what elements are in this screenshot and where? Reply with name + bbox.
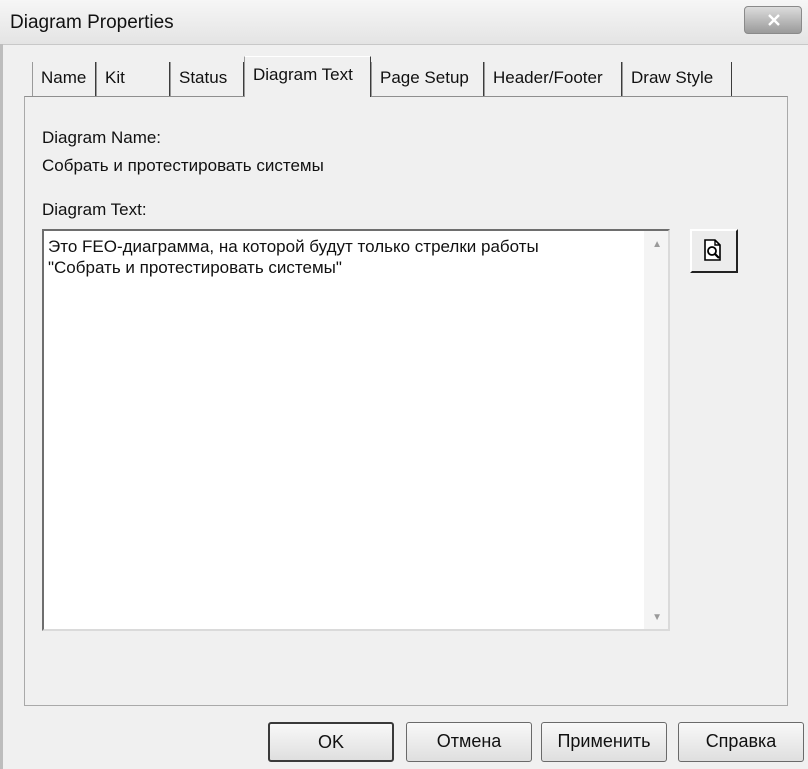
close-icon xyxy=(768,14,780,26)
ok-button[interactable]: OK xyxy=(268,722,394,762)
cancel-button[interactable]: Отмена xyxy=(406,722,532,762)
window-frame xyxy=(0,44,3,769)
magnifier-page-icon xyxy=(704,239,721,261)
vertical-scrollbar[interactable]: ▲ ▼ xyxy=(644,231,668,629)
help-button[interactable]: Справка xyxy=(678,722,804,762)
window-title: Diagram Properties xyxy=(10,12,174,33)
diagram-name-label: Diagram Name: xyxy=(42,128,162,147)
apply-button[interactable]: Применить xyxy=(541,722,667,762)
tab-name[interactable]: Name xyxy=(32,62,96,96)
tab-diagram-text[interactable]: Diagram Text xyxy=(244,56,371,97)
tab-draw-style[interactable]: Draw Style xyxy=(622,62,732,96)
diagram-name-value: Собрать и протестировать системы xyxy=(42,156,324,175)
tab-kit[interactable]: Kit xyxy=(96,62,170,96)
diagram-text-content[interactable]: Это FEO-диаграмма, на которой будут толь… xyxy=(48,236,539,278)
close-button[interactable] xyxy=(744,6,802,34)
scroll-down-arrow-icon[interactable]: ▼ xyxy=(652,612,662,623)
tab-header-footer[interactable]: Header/Footer xyxy=(484,62,622,96)
tab-page-setup[interactable]: Page Setup xyxy=(371,62,484,96)
title-bar: Diagram Properties xyxy=(0,0,808,45)
tab-status[interactable]: Status xyxy=(170,62,244,96)
diagram-text-label: Diagram Text: xyxy=(42,200,147,219)
scroll-up-arrow-icon[interactable]: ▲ xyxy=(652,239,662,250)
diagram-text-field[interactable]: Это FEO-диаграмма, на которой будут толь… xyxy=(42,229,670,631)
preview-button[interactable] xyxy=(690,229,738,273)
